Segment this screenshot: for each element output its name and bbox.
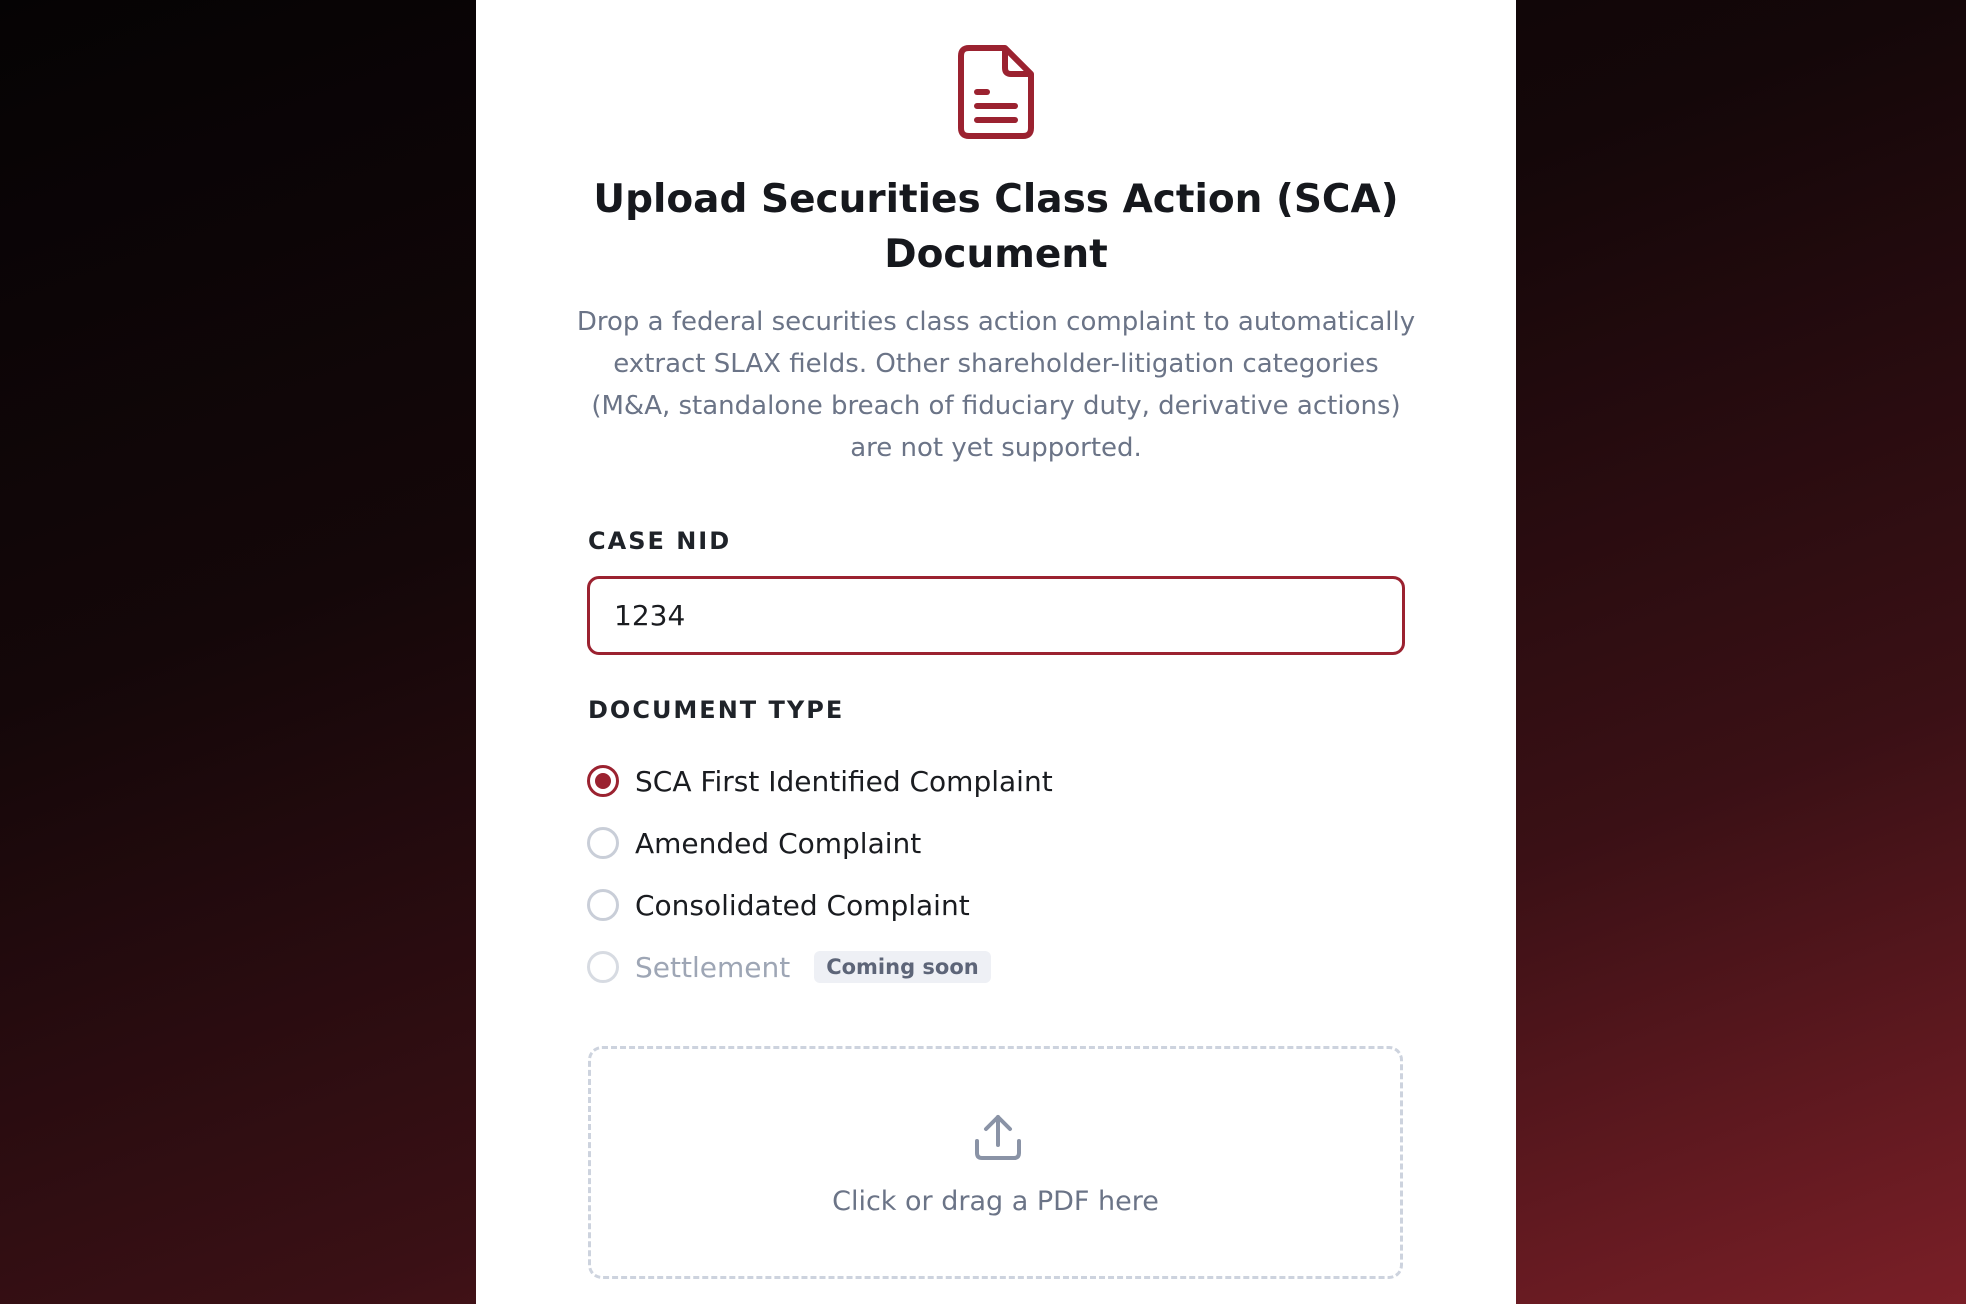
page-description: Drop a federal securities class action c… — [576, 307, 1416, 463]
radio-option-label: SCA First Identified Complaint — [635, 764, 1053, 798]
radio-option-amended-complaint[interactable]: Amended Complaint — [587, 823, 921, 863]
radio-button[interactable] — [587, 827, 619, 859]
radio-option-label: Settlement — [635, 950, 791, 984]
coming-soon-badge: Coming soon — [814, 951, 991, 983]
upload-icon — [975, 1115, 1021, 1160]
dropzone-text: Click or drag a PDF here — [832, 1186, 1159, 1217]
radio-button[interactable] — [587, 889, 619, 921]
radio-option-consolidated-complaint[interactable]: Consolidated Complaint — [587, 885, 970, 925]
radio-option-settlement: Settlement Coming soon — [587, 947, 991, 987]
page-title: Upload Securities Class Action (SCA) Doc… — [593, 177, 1399, 277]
case-nid-label: CASE NID — [588, 527, 732, 555]
radio-button-disabled — [587, 951, 619, 983]
radio-option-label: Consolidated Complaint — [635, 888, 970, 922]
pdf-dropzone[interactable]: Click or drag a PDF here — [588, 1046, 1403, 1279]
radio-option-label: Amended Complaint — [635, 826, 922, 860]
case-nid-input[interactable] — [587, 576, 1405, 655]
document-text-icon — [958, 45, 1034, 139]
upload-card: Upload Securities Class Action (SCA) Doc… — [476, 0, 1516, 1304]
document-type-label: DOCUMENT TYPE — [588, 696, 845, 724]
radio-button-selected[interactable] — [587, 765, 619, 797]
radio-option-sca-first-identified-complaint[interactable]: SCA First Identified Complaint — [587, 761, 1053, 801]
